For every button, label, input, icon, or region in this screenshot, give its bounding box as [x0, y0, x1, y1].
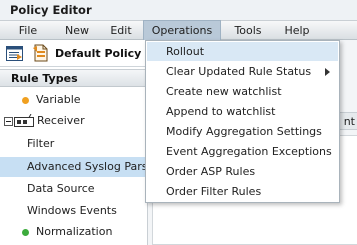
menu-item-modify-aggregation-settings[interactable]: Modify Aggregation Settings [147, 122, 338, 141]
menu-item-label: Create new watchlist [166, 85, 282, 98]
window-title: Policy Editor [10, 3, 92, 17]
orange-dot-icon [22, 97, 29, 104]
menu-help[interactable]: Help [278, 23, 316, 39]
operations-menu: Rollout Clear Updated Rule Status Create… [145, 40, 340, 203]
tree-item-receiver[interactable]: Receiver [0, 111, 147, 131]
tree-item-label: Filter [27, 137, 55, 150]
rule-types-header: Rule Types [0, 69, 147, 87]
menu-item-label: Append to watchlist [166, 105, 276, 118]
menu-file[interactable]: File [12, 23, 44, 39]
tree-item-windows-events[interactable]: Windows Events [0, 201, 147, 221]
tree-item-filter[interactable]: Filter [0, 134, 147, 154]
menu-item-label: Modify Aggregation Settings [166, 125, 322, 138]
rule-types-title: Rule Types [11, 72, 78, 85]
menu-item-label: Order Filter Rules [166, 185, 262, 198]
tree-item-label: Normalization [36, 225, 113, 238]
tree-item-label: Receiver [37, 114, 85, 127]
menu-item-label: Order ASP Rules [166, 165, 256, 178]
toolbar: Default Policy [0, 40, 147, 67]
tree-item-label: Windows Events [27, 204, 117, 217]
collapse-icon[interactable] [4, 116, 13, 129]
menu-bar: File New Edit Operations Tools Help [0, 20, 357, 41]
menu-new[interactable]: New [60, 23, 94, 39]
tree-item-data-source[interactable]: Data Source [0, 179, 147, 199]
receiver-icon [14, 113, 34, 131]
menu-tools[interactable]: Tools [228, 23, 268, 39]
menu-item-append-to-watchlist[interactable]: Append to watchlist [147, 102, 338, 121]
tree-item-label: Data Source [27, 182, 95, 195]
title-bar: Policy Editor [0, 0, 357, 20]
tree-item-variable[interactable]: Variable [0, 90, 147, 110]
tree-item-normalization[interactable]: Normalization [0, 222, 147, 242]
menu-item-order-filter-rules[interactable]: Order Filter Rules [147, 182, 338, 201]
menu-item-label: Event Aggregation Exceptions [166, 145, 332, 158]
menu-edit[interactable]: Edit [105, 23, 137, 39]
policy-list-icon[interactable] [6, 46, 23, 64]
tree-item-label: Advanced Syslog Parser [27, 160, 159, 173]
menu-item-rollout[interactable]: Rollout [147, 42, 338, 61]
menu-item-label: Clear Updated Rule Status [166, 65, 312, 78]
submenu-arrow-icon [325, 68, 330, 76]
green-dot-icon [22, 229, 29, 236]
menu-item-label: Rollout [166, 45, 205, 58]
menu-item-clear-updated-rule-status[interactable]: Clear Updated Rule Status [147, 62, 338, 81]
tree-item-label: Variable [36, 93, 81, 106]
menu-item-event-aggregation-exceptions[interactable]: Event Aggregation Exceptions [147, 142, 338, 161]
menu-item-order-asp-rules[interactable]: Order ASP Rules [147, 162, 338, 181]
policy-document-icon [33, 44, 49, 65]
policy-label: Default Policy [55, 47, 142, 60]
tab-label-fragment[interactable]: nt [344, 115, 355, 128]
tree-item-advanced-syslog-parser[interactable]: Advanced Syslog Parser [0, 157, 159, 177]
menu-item-create-new-watchlist[interactable]: Create new watchlist [147, 82, 338, 101]
menu-operations[interactable]: Operations [143, 20, 221, 41]
